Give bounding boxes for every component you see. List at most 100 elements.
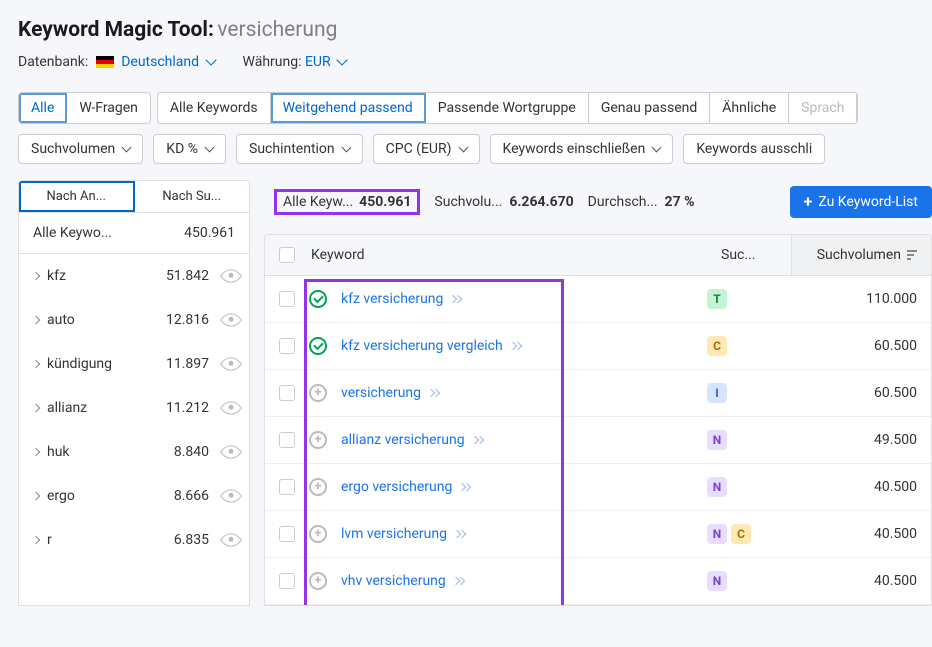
cell-volume: 110.000 [777,291,917,307]
select-all-checkbox[interactable] [279,247,295,263]
group-count: 8.666 [157,488,209,504]
row-checkbox[interactable] [279,338,295,354]
database-selector[interactable]: Datenbank: Deutschland [18,54,215,70]
in-list-icon[interactable] [309,290,327,308]
filters-row: Suchvolumen KD % Suchintention CPC (EUR)… [0,124,932,180]
cell-intent: C [707,336,777,356]
row-checkbox[interactable] [279,385,295,401]
sidebar-item[interactable]: r6.835 [19,518,249,562]
sidebar-total-value: 450.961 [184,225,235,241]
th-intent[interactable]: Suc... [721,247,791,263]
add-icon[interactable] [309,384,327,402]
filter-include[interactable]: Keywords einschließen [490,134,674,164]
tab-genau[interactable]: Genau passend [589,93,710,123]
eye-icon[interactable] [220,397,243,420]
row-checkbox[interactable] [279,479,295,495]
intent-badge-c: C [707,336,727,356]
chevron-double-right-icon [451,296,461,302]
keyword-link[interactable]: kfz versicherung vergleich [341,338,521,354]
keyword-link[interactable]: ergo versicherung [341,479,470,495]
eye-icon[interactable] [220,309,243,332]
filter-kd[interactable]: KD % [153,134,226,164]
keyword-link[interactable]: lvm versicherung [341,526,465,542]
sidebar-item[interactable]: allianz11.212 [19,386,249,430]
cell-intent: N [707,571,777,591]
table-header: Keyword Suc... Suchvolumen [265,235,931,276]
tab-aehnliche[interactable]: Ähnliche [710,93,789,123]
chevron-right-icon [32,360,40,368]
sidebar-total-row[interactable]: Alle Keywo... 450.961 [19,213,249,254]
table-body: kfz versicherung T110.000kfz versicherun… [265,276,931,605]
keyword-link[interactable]: vhv versicherung [341,573,464,589]
sidebar-item[interactable]: huk8.840 [19,430,249,474]
add-icon[interactable] [309,525,327,543]
page-title: Keyword Magic Tool: versicherung [18,18,914,42]
currency-selector[interactable]: Währung: EUR [243,54,347,70]
cell-intent: N [707,430,777,450]
sidebar-total-label: Alle Keywo... [33,225,112,241]
stat-volume: Suchvolu... 6.264.670 [434,194,573,210]
eye-icon[interactable] [220,529,243,552]
group-count: 8.840 [157,444,209,460]
chevron-double-right-icon [454,578,464,584]
table-row: allianz versicherung N49.500 [265,417,931,464]
tab-wortgruppe[interactable]: Passende Wortgruppe [426,93,589,123]
add-icon[interactable] [309,431,327,449]
group-count: 6.835 [157,532,209,548]
row-checkbox[interactable] [279,526,295,542]
eye-icon[interactable] [220,485,243,508]
sidebar-tab-suche[interactable]: Nach Su... [135,181,250,212]
stats-row: Alle Keyw... 450.961 Suchvolu... 6.264.6… [264,180,932,234]
table-row: lvm versicherung NC40.500 [265,511,931,558]
chevron-right-icon [32,448,40,456]
stat-all-keywords: Alle Keyw... 450.961 [274,189,420,215]
group-name: auto [47,312,149,328]
th-volume[interactable]: Suchvolumen [791,235,931,275]
plus-icon: + [804,195,813,209]
intent-badge-n: N [707,477,727,497]
row-checkbox[interactable] [279,432,295,448]
table-row: kfz versicherung T110.000 [265,276,931,323]
cell-intent: T [707,289,777,309]
searched-keyword: versicherung [217,18,337,42]
currency-value: EUR [305,54,331,70]
group-name: kfz [47,268,149,284]
tab-wfragen[interactable]: W-Fragen [67,93,150,123]
sidebar-item[interactable]: kfz51.842 [19,254,249,298]
keyword-link[interactable]: kfz versicherung [341,291,461,307]
chevron-down-icon [652,142,662,152]
add-icon[interactable] [309,478,327,496]
chevron-down-icon [205,55,216,66]
in-list-icon[interactable] [309,337,327,355]
row-checkbox[interactable] [279,291,295,307]
cell-volume: 60.500 [777,338,917,354]
chevron-right-icon [32,316,40,324]
filter-exclude[interactable]: Keywords ausschli [683,134,825,164]
stat-avg: Durchsch... 27 % [588,194,695,210]
add-to-keyword-list-button[interactable]: + Zu Keyword-List [790,186,932,218]
flag-germany-icon [96,56,114,68]
tab-alle[interactable]: Alle [19,93,67,123]
add-icon[interactable] [309,572,327,590]
tab-alle-keywords[interactable]: Alle Keywords [158,93,271,123]
eye-icon[interactable] [220,265,243,288]
currency-label: Währung: [243,54,302,70]
sidebar-item[interactable]: ergo8.666 [19,474,249,518]
filter-intent[interactable]: Suchintention [236,134,363,164]
keyword-link[interactable]: allianz versicherung [341,432,483,448]
filter-suchvolumen[interactable]: Suchvolumen [18,134,143,164]
keyword-link[interactable]: versicherung [341,385,439,401]
filter-cpc[interactable]: CPC (EUR) [373,134,480,164]
tab-sprache[interactable]: Sprach [789,93,857,123]
sidebar-item[interactable]: kündigung11.897 [19,342,249,386]
sidebar-tab-anzahl[interactable]: Nach An... [19,181,135,212]
eye-icon[interactable] [220,353,243,376]
sidebar-item[interactable]: auto12.816 [19,298,249,342]
table-row: kfz versicherung vergleich C 60.500 [265,323,931,370]
tab-weitgehend[interactable]: Weitgehend passend [271,93,426,123]
chevron-down-icon [458,142,468,152]
eye-icon[interactable] [220,441,243,464]
group-count: 11.212 [157,400,209,416]
match-type-tabs: Alle W-Fragen Alle Keywords Weitgehend p… [0,92,932,124]
row-checkbox[interactable] [279,573,295,589]
